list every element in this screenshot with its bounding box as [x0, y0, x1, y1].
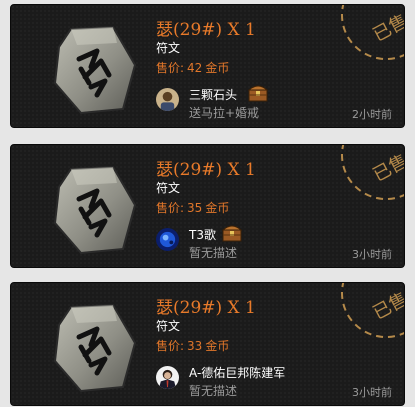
price-unit: 金币	[205, 201, 230, 215]
price-unit: 金币	[205, 339, 230, 353]
listing-title[interactable]: 瑟(29#) X 1	[156, 15, 256, 40]
listing-description: 暂无描述	[189, 384, 238, 398]
sold-stamp-text: 已售	[370, 11, 405, 46]
price-value: 35	[187, 201, 203, 215]
price-value: 42	[187, 61, 203, 75]
item-type: 符文	[156, 319, 181, 333]
sold-stamp: 已售	[341, 5, 405, 60]
listing-title[interactable]: 瑟(29#) X 1	[156, 293, 256, 318]
seller-name[interactable]: T3歌	[189, 226, 216, 243]
seller-name[interactable]: A-德佑巨邦陈建军	[189, 364, 285, 381]
sold-stamp-text: 已售	[370, 151, 405, 186]
price-label: 售价:	[156, 201, 185, 215]
price-label: 售价:	[156, 339, 185, 353]
rune-stone-icon	[53, 303, 137, 393]
rune-stone-icon	[53, 165, 137, 255]
seller-name[interactable]: 三颗石头	[189, 86, 237, 103]
price-label: 售价:	[156, 61, 185, 75]
item-type: 符文	[156, 41, 181, 55]
person-avatar-icon[interactable]	[156, 88, 179, 111]
sold-stamp: 已售	[341, 283, 405, 338]
price: 售价: 33 金币	[156, 337, 229, 354]
price: 售价: 35 金币	[156, 199, 229, 216]
listing-time: 2小时前	[352, 108, 392, 121]
sold-stamp-text: 已售	[370, 289, 405, 324]
suit-avatar-icon[interactable]	[156, 366, 179, 389]
blue-avatar-icon[interactable]	[156, 228, 179, 251]
listing-time: 3小时前	[352, 248, 392, 261]
listing-time: 3小时前	[352, 386, 392, 399]
item-type: 符文	[156, 181, 181, 195]
price-unit: 金币	[205, 61, 230, 75]
rune-stone-icon	[53, 25, 137, 115]
listing-description: 送马拉+婚戒	[189, 106, 260, 120]
price: 售价: 42 金币	[156, 59, 229, 76]
listing-card[interactable]: 瑟(29#) X 1 符文 售价: 33 金币 A-德佑巨邦陈建军 暂无描述 3小时…	[10, 282, 405, 406]
sold-stamp: 已售	[341, 145, 405, 200]
price-value: 33	[187, 339, 203, 353]
listing-description: 暂无描述	[189, 246, 238, 260]
listing-card[interactable]: 瑟(29#) X 1 符文 售价: 35 金币 T3歌 暂无描述 3小时前 已售	[10, 144, 405, 268]
treasure-chest-icon	[248, 85, 268, 102]
sold-listings: 瑟(29#) X 1 符文 售价: 42 金币 三颗石头 送马拉+婚戒 2小时前 已…	[0, 0, 415, 407]
treasure-chest-icon	[222, 225, 242, 242]
listing-card[interactable]: 瑟(29#) X 1 符文 售价: 42 金币 三颗石头 送马拉+婚戒 2小时前 已…	[10, 4, 405, 128]
listing-title[interactable]: 瑟(29#) X 1	[156, 155, 256, 180]
